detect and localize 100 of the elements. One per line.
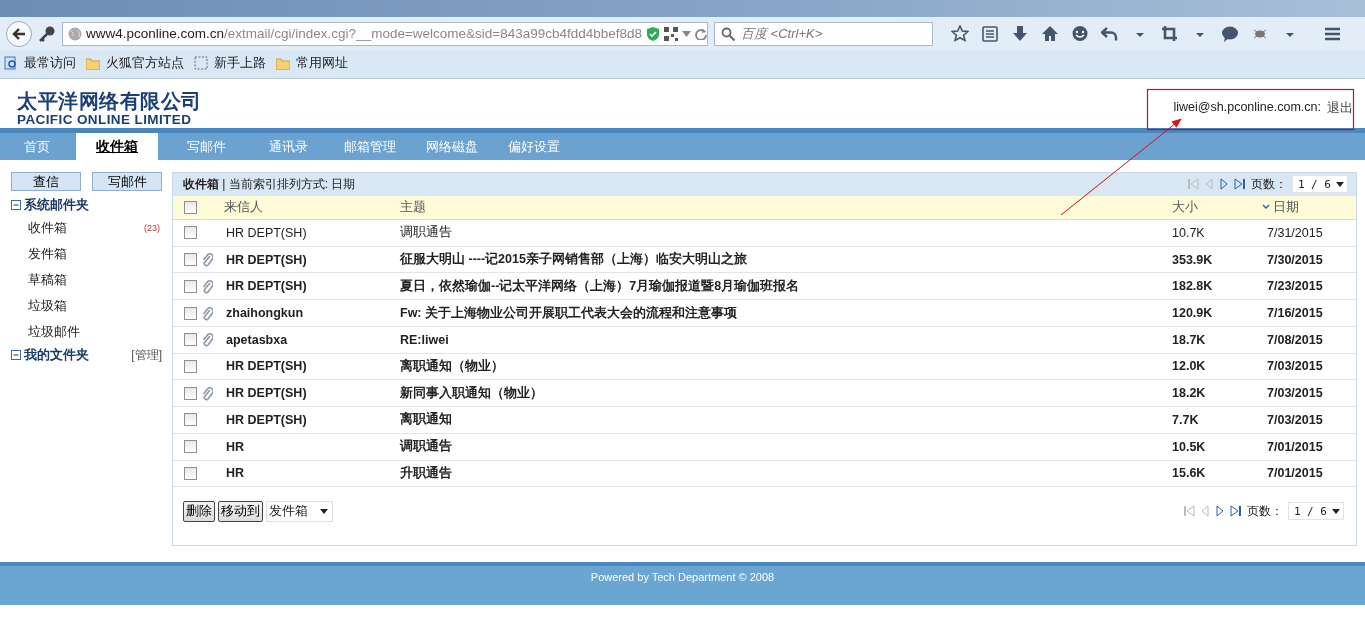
page-select[interactable]: 1 / 6: [1287, 502, 1344, 521]
smiley-chat-icon[interactable]: [1071, 24, 1089, 43]
url-text: www4.pconline.com.cn/extmail/cgi/index.cgi?__mode=welcome&sid=843a99cb4fdd4bbef8d8: [86, 26, 643, 41]
column-header[interactable]: 来信人: [224, 198, 400, 216]
size-cell-text: 18.2K: [1172, 386, 1207, 401]
size-cell-text: 353.9K: [1172, 252, 1214, 267]
checkbox[interactable]: [184, 226, 197, 240]
date-cell-text: 7/23/2015: [1267, 279, 1324, 294]
folder-item[interactable]: 收件箱: [28, 219, 67, 237]
page-label: 页数：: [1250, 176, 1287, 193]
page-search-icon: [4, 56, 18, 70]
undo-arrow-icon[interactable]: [1101, 24, 1119, 43]
footer-text: Powered by Tech Department © 2008: [590, 571, 775, 585]
nav-tab[interactable]: 收件箱: [76, 133, 158, 160]
subject-cell[interactable]: 新同事入职通知（物业）: [400, 384, 1172, 402]
bookmark-star-icon[interactable]: [951, 24, 969, 43]
date-cell-text: 7/16/2015: [1267, 306, 1324, 320]
page-select[interactable]: 1 / 6: [1291, 175, 1348, 194]
back-button[interactable]: [6, 20, 32, 47]
shield-icon: [646, 25, 661, 42]
sender-cell-text: HR DEPT(SH): [225, 279, 308, 294]
subject-cell[interactable]: 离职通知（物业）: [400, 357, 1172, 375]
folder-item[interactable]: 垃圾箱: [28, 297, 67, 315]
bookmark-item[interactable]: 最常访问: [4, 54, 76, 72]
manage-link[interactable]: [管理]: [131, 346, 162, 364]
date-cell-text: 7/03/2015: [1267, 386, 1324, 401]
dashed-square-icon: [194, 56, 208, 70]
sidebar-button[interactable]: 写邮件: [92, 172, 162, 191]
back-arrow-icon: [12, 26, 26, 41]
search-field[interactable]: 百度 <Ctrl+K>: [714, 21, 933, 46]
size-cell-text: 182.8K: [1172, 279, 1214, 294]
checkbox[interactable]: [184, 466, 197, 480]
checkbox[interactable]: [184, 359, 197, 373]
crop-icon[interactable]: [1161, 24, 1179, 43]
sort-chevron-icon: [1262, 204, 1270, 211]
folder-item[interactable]: 垃圾邮件: [28, 323, 80, 341]
date-cell-text: 7/01/2015: [1267, 439, 1324, 454]
sender-cell-text: apetasbxa: [225, 332, 289, 347]
date-cell-text: 7/01/2015: [1267, 466, 1324, 481]
date-cell-text: 7/31/2015: [1267, 225, 1324, 240]
column-header[interactable]: 主题: [400, 198, 1172, 216]
sender-cell-text: HR DEPT(SH): [225, 225, 308, 240]
key-icon[interactable]: [38, 24, 56, 43]
size-cell-text: 10.5K: [1172, 439, 1207, 454]
subject-cell[interactable]: Fw: 关于上海物业公司开展职工代表大会的流程和注意事项: [400, 304, 1172, 322]
subject-cell[interactable]: 调职通告: [400, 438, 1172, 456]
sidebar-button[interactable]: 查信: [11, 172, 81, 191]
first-page-icon: [1182, 505, 1195, 518]
list-title: 收件箱 | 当前索引排列方式: 日期: [183, 176, 356, 193]
bookmark-item[interactable]: 新手上路: [194, 54, 266, 72]
bookmark-item[interactable]: 火狐官方站点: [86, 54, 184, 72]
subject-cell[interactable]: 升职通告: [400, 464, 1172, 482]
home-icon[interactable]: [1041, 24, 1059, 43]
folder-icon: [276, 56, 290, 70]
checkbox[interactable]: [184, 200, 197, 214]
user-email: liwei@sh.pconline.com.cn:: [1173, 100, 1321, 116]
sender-cell-text: zhaihongkun: [225, 306, 305, 320]
caret-icon: [1332, 508, 1340, 514]
subject-cell[interactable]: 夏日，依然瑜伽--记太平洋网络（上海）7月瑜伽报道暨8月瑜伽班报名: [400, 277, 1172, 295]
qr-code-icon[interactable]: [664, 26, 679, 41]
url-field[interactable]: www4.pconline.com.cn/extmail/cgi/index.cgi?__mode=welcome&sid=843a99cb4fdd4bbef8d8: [62, 21, 708, 46]
folder-group-title[interactable]: 我的文件夹: [24, 346, 89, 364]
size-cell-text: 15.6K: [1172, 466, 1207, 481]
size-cell-text: 7.7K: [1172, 412, 1200, 427]
checkbox[interactable]: [184, 413, 197, 427]
first-page-icon: [1186, 178, 1199, 191]
checkbox[interactable]: [184, 333, 197, 347]
checkbox[interactable]: [184, 253, 197, 267]
subject-cell[interactable]: 征服大明山 ----记2015亲子网销售部（上海）临安大明山之旅: [400, 251, 1172, 269]
checkbox[interactable]: [184, 386, 197, 400]
collapse-icon[interactable]: [11, 350, 21, 360]
sender-cell-text: HR DEPT(SH): [225, 412, 308, 427]
dropdown-icon[interactable]: [682, 30, 692, 37]
date-cell-text: 7/03/2015: [1267, 359, 1324, 374]
checkbox[interactable]: [184, 279, 197, 293]
bookmark-item[interactable]: 常用网址: [276, 54, 348, 72]
checkbox[interactable]: [184, 440, 197, 454]
date-cell-text: 7/08/2015: [1267, 332, 1324, 347]
search-icon: [721, 26, 735, 41]
subject-cell[interactable]: RE:liwei: [400, 332, 1172, 347]
subject-cell[interactable]: 调职通告: [400, 224, 1172, 242]
folder-group-title[interactable]: 系统邮件夹: [24, 196, 89, 214]
chat-bubble-icon[interactable]: [1221, 24, 1239, 43]
subject-cell[interactable]: 离职通知: [400, 411, 1172, 429]
action-button[interactable]: 删除: [183, 500, 215, 522]
checkbox[interactable]: [184, 306, 197, 320]
collapse-icon[interactable]: [11, 200, 21, 210]
move-target-select[interactable]: 发件箱: [266, 500, 333, 522]
action-button[interactable]: 移动到: [218, 500, 263, 522]
unread-count: (23): [144, 223, 160, 233]
sender-cell-text: HR DEPT(SH): [225, 252, 308, 267]
folder-item[interactable]: 草稿箱: [28, 271, 67, 289]
folder-item[interactable]: 发件箱: [28, 245, 67, 263]
caret-icon: [320, 508, 328, 514]
reading-list-icon[interactable]: [981, 24, 999, 43]
next-page-icon: [1214, 505, 1225, 518]
page-label: 页数：: [1246, 502, 1283, 520]
reload-icon[interactable]: [695, 27, 708, 40]
download-icon[interactable]: [1011, 24, 1029, 43]
logout-link[interactable]: 退出: [1327, 100, 1353, 117]
